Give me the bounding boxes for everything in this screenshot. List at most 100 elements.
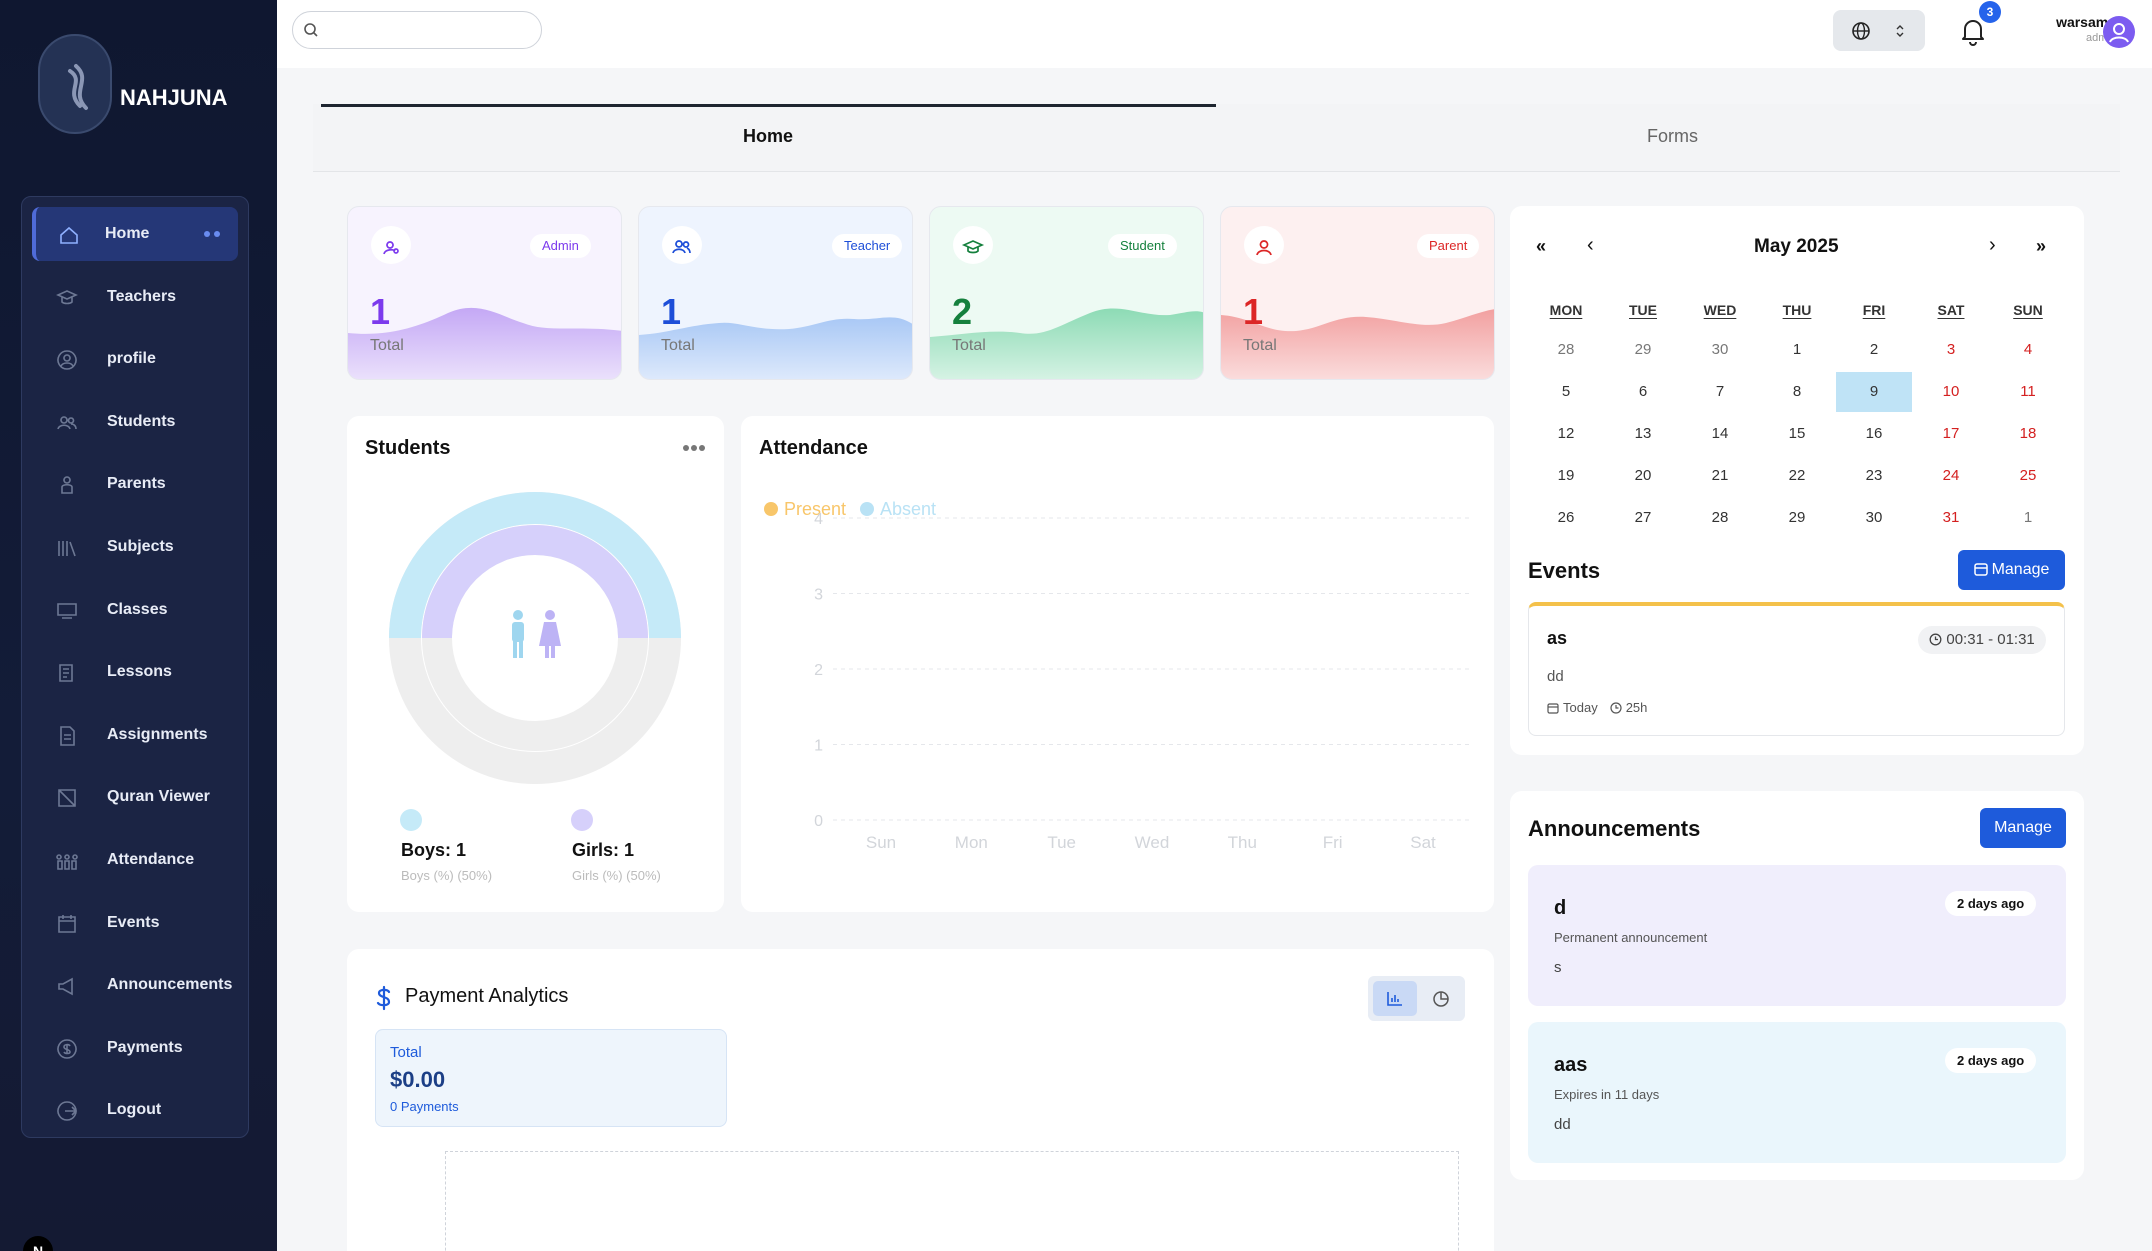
calendar-day[interactable]: 14: [1682, 414, 1758, 454]
sidebar-item-parents[interactable]: Parents: [32, 457, 238, 511]
sidebar-item-students[interactable]: Students: [32, 395, 238, 449]
y-tick-label: 1: [814, 738, 823, 755]
y-tick-label: 4: [814, 511, 823, 528]
next-year-button[interactable]: »: [2036, 236, 2046, 257]
calendar-day[interactable]: 8: [1759, 372, 1835, 412]
avatar[interactable]: [2103, 16, 2135, 48]
active-indicator-dots: [204, 231, 220, 237]
calendar-day[interactable]: 7: [1682, 372, 1758, 412]
calendar-day[interactable]: 30: [1682, 330, 1758, 370]
calendar-day[interactable]: 23: [1836, 456, 1912, 496]
sidebar-item-events[interactable]: Events: [32, 896, 238, 950]
dollar-icon: [57, 1038, 77, 1059]
sidebar-item-label: Announcements: [107, 976, 233, 994]
stat-value: 1: [370, 291, 391, 332]
event-item[interactable]: as 00:31 - 01:31 dd Today 25h: [1528, 602, 2065, 736]
calendar-day[interactable]: 5: [1528, 372, 1604, 412]
legend-absent-dot: [860, 502, 874, 516]
sidebar-item-quran-viewer[interactable]: Quran Viewer: [32, 770, 238, 824]
events-manage-label: Manage: [1991, 561, 2050, 578]
calendar-day[interactable]: 27: [1605, 498, 1681, 538]
parent-icon: [61, 476, 73, 495]
prev-year-button[interactable]: «: [1536, 236, 1546, 257]
tab-forms[interactable]: Forms: [1647, 126, 1698, 147]
calendar-day[interactable]: 25: [1990, 456, 2066, 496]
calendar-day[interactable]: 2: [1836, 330, 1912, 370]
boys-count: Boys: 1: [401, 840, 467, 860]
calendar-day[interactable]: 1: [1759, 330, 1835, 370]
calendar-day[interactable]: 21: [1682, 456, 1758, 496]
calendar-day[interactable]: 12: [1528, 414, 1604, 454]
sidebar-item-assignments[interactable]: Assignments: [32, 708, 238, 762]
calendar-day[interactable]: 28: [1682, 498, 1758, 538]
prev-month-button[interactable]: ‹: [1587, 234, 1594, 257]
sidebar-item-payments[interactable]: Payments: [32, 1021, 238, 1075]
calendar-day[interactable]: 13: [1605, 414, 1681, 454]
payment-chart-area: [445, 1151, 1459, 1251]
students-card: Students Boys: 1 Girls: 1 Boys (%) (50%)…: [347, 416, 724, 912]
stat-total-label: Total: [1243, 337, 1277, 354]
calendar-day[interactable]: 30: [1836, 498, 1912, 538]
calendar-day[interactable]: 29: [1759, 498, 1835, 538]
pie-chart-icon[interactable]: [1432, 990, 1450, 1008]
next-month-button[interactable]: ›: [1989, 234, 1996, 257]
sidebar-item-label: Parents: [107, 475, 166, 493]
stat-total-label: Total: [661, 337, 695, 354]
calendar-events-card: « ‹ May 2025 › » MON TUE WED THU FRI SAT SUN 28…: [1510, 206, 2084, 755]
logout-icon: [57, 1101, 78, 1122]
calendar-day[interactable]: 19: [1528, 456, 1604, 496]
calendar-day[interactable]: 15: [1759, 414, 1835, 454]
x-tick-label: Sat: [1410, 833, 1436, 852]
sidebar-item-lessons[interactable]: Lessons: [32, 645, 238, 699]
weekday-header: FRI: [1862, 302, 1886, 318]
calendar-day[interactable]: 11: [1990, 372, 2066, 412]
announcements-manage-button[interactable]: Manage: [1980, 808, 2066, 848]
boys-legend-dot: [400, 809, 422, 831]
sidebar-item-label: Lessons: [107, 663, 172, 681]
calendar-day[interactable]: 10: [1913, 372, 1989, 412]
calendar-day[interactable]: 18: [1990, 414, 2066, 454]
more-options-icon[interactable]: [682, 444, 706, 452]
sidebar-item-subjects[interactable]: Subjects: [32, 520, 238, 574]
sidebar-item-announcements[interactable]: Announcements: [32, 958, 238, 1012]
stat-total-label: Total: [370, 337, 404, 354]
calendar-day[interactable]: 24: [1913, 456, 1989, 496]
sidebar-item-home[interactable]: Home: [32, 207, 238, 261]
calendar-day[interactable]: 29: [1605, 330, 1681, 370]
y-tick-label: 2: [814, 662, 823, 679]
girls-legend-dot: [571, 809, 593, 831]
calendar-day[interactable]: 28: [1528, 330, 1604, 370]
calendar-day[interactable]: 9: [1836, 372, 1912, 412]
calendar-day[interactable]: 26: [1528, 498, 1604, 538]
calendar-day[interactable]: 31: [1913, 498, 1989, 538]
sidebar-item-classes[interactable]: Classes: [32, 583, 238, 637]
announcement-meta: Permanent announcement: [1554, 930, 1708, 945]
announcement-item[interactable]: aas 2 days ago Expires in 11 days dd: [1528, 1022, 2066, 1163]
corner-badge[interactable]: N: [23, 1236, 53, 1251]
sidebar-item-teachers[interactable]: Teachers: [32, 270, 238, 324]
calendar-day[interactable]: 22: [1759, 456, 1835, 496]
total-label: Total: [390, 1044, 422, 1061]
calendar-day[interactable]: 16: [1836, 414, 1912, 454]
sidebar-item-label: Logout: [107, 1101, 162, 1119]
x-tick-label: Wed: [1135, 833, 1170, 852]
announcement-item[interactable]: d 2 days ago Permanent announcement s: [1528, 865, 2066, 1006]
calendar-day[interactable]: 20: [1605, 456, 1681, 496]
calendar-day[interactable]: 4: [1990, 330, 2066, 370]
language-selector[interactable]: [1833, 10, 1925, 51]
search-input[interactable]: [325, 12, 525, 46]
calendar-day[interactable]: 3: [1913, 330, 1989, 370]
sidebar-item-profile[interactable]: profile: [32, 332, 238, 386]
event-time: 00:31 - 01:31: [1918, 626, 2046, 654]
stat-value: 1: [661, 291, 682, 332]
sidebar-item-attendance[interactable]: Attendance: [32, 833, 238, 887]
attendance-icon: [56, 854, 78, 870]
sidebar-item-logout[interactable]: Logout: [32, 1083, 238, 1137]
calendar-day[interactable]: 17: [1913, 414, 1989, 454]
events-manage-button[interactable]: Manage: [1958, 550, 2065, 590]
calendar-day[interactable]: 6: [1605, 372, 1681, 412]
calendar-month: May 2025: [1754, 236, 1839, 257]
bar-view-button[interactable]: [1373, 981, 1417, 1016]
calendar-day[interactable]: 1: [1990, 498, 2066, 538]
tab-home[interactable]: Home: [743, 126, 793, 147]
